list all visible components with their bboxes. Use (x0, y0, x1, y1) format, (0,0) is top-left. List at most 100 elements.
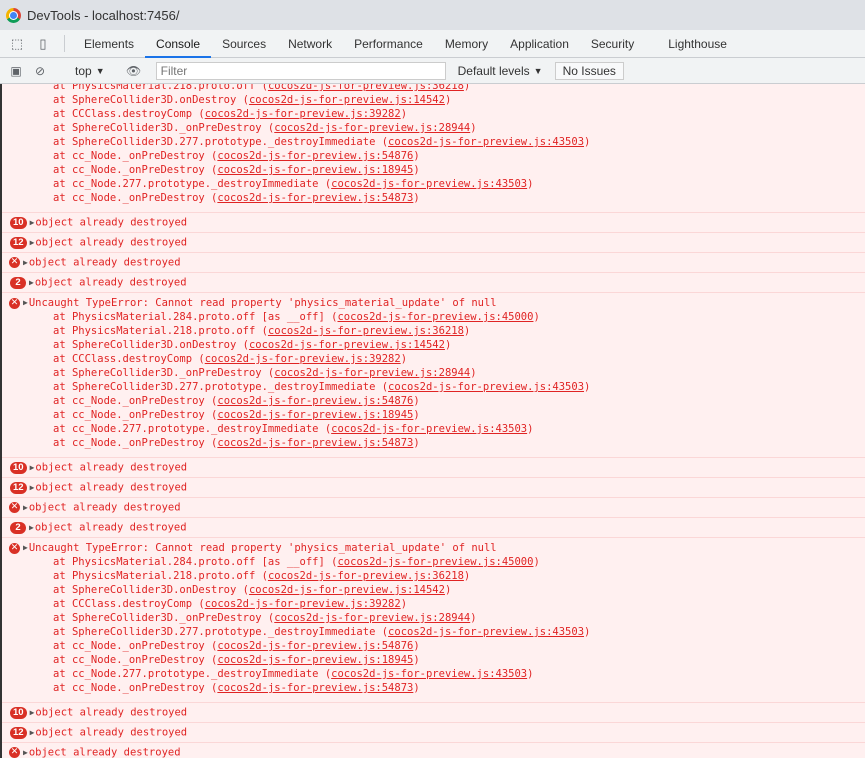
context-label: top (75, 63, 92, 78)
source-link[interactable]: cocos2d-js-for-preview.js:54873 (217, 192, 413, 204)
clear-console-icon[interactable]: ⊘ (28, 64, 52, 78)
expand-triangle-icon[interactable]: ▶ (29, 518, 34, 537)
source-link[interactable]: cocos2d-js-for-preview.js:18945 (217, 654, 413, 666)
expand-triangle-icon[interactable]: ▶ (29, 273, 34, 292)
source-link[interactable]: cocos2d-js-for-preview.js:28944 (274, 612, 470, 624)
source-link[interactable]: cocos2d-js-for-preview.js:43503 (388, 136, 584, 148)
tab-sources[interactable]: Sources (211, 30, 277, 57)
repeat-count-badge: 12 (10, 726, 27, 739)
source-link[interactable]: cocos2d-js-for-preview.js:43503 (331, 423, 527, 435)
expand-triangle-icon[interactable]: ▶ (30, 723, 35, 742)
window-title: DevTools - localhost:7456/ (27, 7, 180, 23)
filter-input[interactable] (155, 61, 446, 80)
source-link[interactable]: cocos2d-js-for-preview.js:14542 (249, 94, 445, 106)
source-link[interactable]: cocos2d-js-for-preview.js:54876 (217, 150, 413, 162)
source-link[interactable]: cocos2d-js-for-preview.js:43503 (331, 668, 527, 680)
tab-performance[interactable]: Performance (343, 30, 434, 57)
console-message-row: ✕ ▶object already destroyed (2, 498, 865, 518)
stack-function: at SphereCollider3D.277.prototype._destr… (53, 381, 389, 393)
stack-paren: ) (533, 556, 540, 568)
stack-function: at cc_Node.277.prototype._destroyImmedia… (53, 178, 332, 190)
stack-paren: ) (413, 640, 420, 652)
source-link[interactable]: cocos2d-js-for-preview.js:36218 (268, 570, 464, 582)
source-link[interactable]: cocos2d-js-for-preview.js:36218 (268, 325, 464, 337)
error-header: ✕ ▶Uncaught TypeError: Cannot read proper… (2, 293, 865, 310)
expand-triangle-icon[interactable]: ▶ (23, 743, 28, 758)
source-link[interactable]: cocos2d-js-for-preview.js:36218 (268, 84, 464, 92)
tab-console[interactable]: Console (145, 30, 212, 58)
title-bar: DevTools - localhost:7456/ (0, 0, 865, 30)
source-link[interactable]: cocos2d-js-for-preview.js:54876 (217, 395, 413, 407)
stack-function: at cc_Node._onPreDestroy ( (53, 192, 218, 204)
stack-paren: ) (463, 84, 471, 92)
issues-button[interactable]: No Issues (554, 61, 624, 80)
message-text: object already destroyed (28, 746, 181, 758)
source-link[interactable]: cocos2d-js-for-preview.js:43503 (388, 626, 584, 638)
tab-network[interactable]: Network (277, 30, 343, 57)
context-selector[interactable]: top ▼ (75, 64, 105, 78)
error-stack-message: at PhysicsMaterial.218.proto.off (cocos2… (2, 84, 865, 213)
stack-function: at CCClass.destroyComp ( (53, 353, 205, 365)
source-link[interactable]: cocos2d-js-for-preview.js:14542 (249, 584, 445, 596)
expand-triangle-icon[interactable]: ▶ (23, 253, 28, 272)
live-expression-eye-icon[interactable]: 👁 (122, 64, 146, 78)
expand-triangle-icon[interactable]: ▶ (23, 296, 28, 310)
expand-triangle-icon[interactable]: ▶ (30, 213, 35, 232)
stack-function: at cc_Node._onPreDestroy ( (53, 395, 218, 407)
error-text: Uncaught TypeError: Cannot read property… (28, 542, 497, 554)
console-messages: at PhysicsMaterial.218.proto.off (cocos2… (0, 84, 865, 758)
inspect-element-icon[interactable]: ⬚ (4, 30, 30, 57)
source-link[interactable]: cocos2d-js-for-preview.js:54873 (217, 682, 413, 694)
stack-function: at cc_Node._onPreDestroy ( (53, 682, 218, 694)
tab-lighthouse[interactable]: Lighthouse (657, 30, 738, 57)
source-link[interactable]: cocos2d-js-for-preview.js:43503 (331, 178, 527, 190)
message-text: object already destroyed (35, 706, 188, 719)
source-link[interactable]: cocos2d-js-for-preview.js:45000 (337, 556, 533, 568)
stack-function: at SphereCollider3D.onDestroy ( (53, 584, 249, 596)
sidebar-toggle-icon[interactable]: ▣ (4, 64, 28, 78)
source-link[interactable]: cocos2d-js-for-preview.js:54873 (217, 437, 413, 449)
source-link[interactable]: cocos2d-js-for-preview.js:14542 (249, 339, 445, 351)
source-link[interactable]: cocos2d-js-for-preview.js:39282 (205, 598, 401, 610)
source-link[interactable]: cocos2d-js-for-preview.js:28944 (274, 367, 470, 379)
expand-triangle-icon[interactable]: ▶ (30, 458, 35, 477)
repeat-count-badge: 10 (10, 461, 27, 474)
stack-trace-line: at cc_Node.277.prototype._destroyImmedia… (2, 422, 865, 436)
stack-function: at SphereCollider3D._onPreDestroy ( (53, 367, 275, 379)
error-text: Uncaught TypeError: Cannot read property… (28, 297, 497, 309)
stack-paren: ) (533, 311, 540, 323)
stack-paren: ) (413, 192, 420, 204)
stack-function: at cc_Node._onPreDestroy ( (53, 164, 218, 176)
expand-triangle-icon[interactable]: ▶ (30, 233, 35, 252)
source-link[interactable]: cocos2d-js-for-preview.js:54876 (217, 640, 413, 652)
source-link[interactable]: cocos2d-js-for-preview.js:18945 (217, 409, 413, 421)
source-link[interactable]: cocos2d-js-for-preview.js:39282 (205, 108, 401, 120)
stack-function: at PhysicsMaterial.218.proto.off ( (53, 325, 268, 337)
stack-trace-line: at PhysicsMaterial.284.proto.off [as __o… (2, 555, 865, 569)
log-levels-dropdown[interactable]: Default levels ▼ (452, 64, 549, 78)
source-link[interactable]: cocos2d-js-for-preview.js:45000 (337, 311, 533, 323)
stack-trace-line: at cc_Node._onPreDestroy (cocos2d-js-for… (2, 408, 865, 422)
stack-paren: ) (584, 626, 591, 638)
tab-security[interactable]: Security (580, 30, 645, 57)
tab-elements[interactable]: Elements (73, 30, 145, 57)
source-link[interactable]: cocos2d-js-for-preview.js:39282 (205, 353, 401, 365)
tab-application[interactable]: Application (499, 30, 580, 57)
message-text: object already destroyed (35, 236, 188, 249)
message-text: object already destroyed (35, 481, 188, 494)
source-link[interactable]: cocos2d-js-for-preview.js:43503 (388, 381, 584, 393)
stack-trace-line: at cc_Node._onPreDestroy (cocos2d-js-for… (2, 639, 865, 653)
source-link[interactable]: cocos2d-js-for-preview.js:18945 (217, 164, 413, 176)
tab-memory[interactable]: Memory (434, 30, 499, 57)
stack-trace-line: at cc_Node._onPreDestroy (cocos2d-js-for… (2, 394, 865, 408)
source-link[interactable]: cocos2d-js-for-preview.js:28944 (274, 122, 470, 134)
stack-trace-line: at PhysicsMaterial.284.proto.off [as __o… (2, 310, 865, 324)
expand-triangle-icon[interactable]: ▶ (30, 703, 35, 722)
expand-triangle-icon[interactable]: ▶ (23, 541, 28, 555)
stack-trace-line: at SphereCollider3D.277.prototype._destr… (2, 135, 865, 149)
expand-triangle-icon[interactable]: ▶ (23, 498, 28, 517)
stack-trace-line: at SphereCollider3D.onDestroy (cocos2d-j… (2, 583, 865, 597)
device-toolbar-icon[interactable]: ▯ (30, 30, 56, 57)
stack-function: at cc_Node.277.prototype._destroyImmedia… (53, 423, 332, 435)
expand-triangle-icon[interactable]: ▶ (30, 478, 35, 497)
